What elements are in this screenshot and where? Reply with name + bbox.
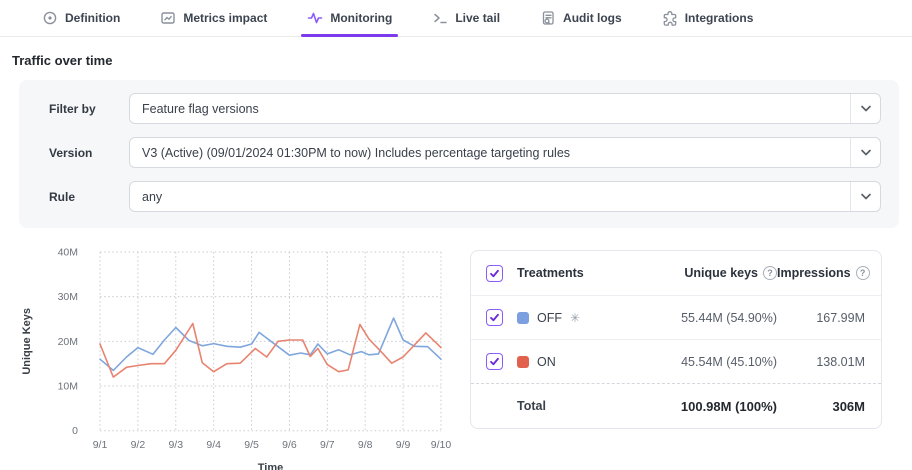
live-tail-icon bbox=[432, 10, 448, 26]
y-tick-label: 0 bbox=[72, 425, 78, 437]
on-treatment-checkbox[interactable] bbox=[486, 353, 503, 370]
series-line-off bbox=[100, 318, 441, 370]
y-axis-title: Unique Keys bbox=[21, 308, 33, 375]
filter-by-value: Feature flag versions bbox=[130, 102, 850, 116]
y-tick-label: 10M bbox=[58, 381, 78, 393]
audit-logs-icon bbox=[540, 10, 556, 26]
y-tick-label: 40M bbox=[58, 247, 78, 259]
x-tick-label: 9/4 bbox=[206, 439, 221, 451]
filter-by-label: Filter by bbox=[37, 102, 129, 116]
tab-monitoring[interactable]: Monitoring bbox=[305, 0, 394, 36]
tab-label: Metrics impact bbox=[183, 11, 267, 25]
monitoring-content: 0 10M 20M 30M 40M 9/1 9/2 9/3 9/4 9/5 9/6 9/7 9/8 9/9… bbox=[0, 238, 912, 470]
rule-value: any bbox=[130, 190, 850, 204]
x-tick-label: 9/8 bbox=[358, 439, 373, 451]
chevron-down-icon bbox=[850, 138, 880, 167]
filter-row-filter-by: Filter by Feature flag versions bbox=[37, 93, 881, 124]
filter-by-select[interactable]: Feature flag versions bbox=[129, 93, 881, 124]
chevron-down-icon bbox=[850, 182, 880, 211]
help-icon[interactable]: ? bbox=[763, 266, 777, 280]
rule-label: Rule bbox=[37, 190, 129, 204]
treatments-table: Treatments Unique keys ? Impressions ? O… bbox=[470, 250, 882, 429]
metrics-impact-icon bbox=[160, 10, 176, 26]
tab-audit-logs[interactable]: Audit logs bbox=[538, 0, 624, 36]
x-tick-label: 9/6 bbox=[282, 439, 297, 451]
filter-row-rule: Rule any bbox=[37, 181, 881, 212]
tab-metrics-impact[interactable]: Metrics impact bbox=[158, 0, 269, 36]
chevron-down-icon bbox=[850, 94, 880, 123]
x-tick-label: 9/5 bbox=[244, 439, 259, 451]
treatments-total-row: Total 100.98M (100%) 306M bbox=[471, 383, 881, 428]
tab-integrations[interactable]: Integrations bbox=[660, 0, 756, 36]
unique-keys-column-header: Unique keys ? bbox=[631, 266, 777, 280]
treatment-row-on: ON 45.54M (45.10%) 138.01M bbox=[471, 339, 881, 383]
treatment-label: OFF bbox=[537, 311, 562, 325]
x-axis-title: Time bbox=[258, 462, 283, 470]
traffic-line-chart: 0 10M 20M 30M 40M 9/1 9/2 9/3 9/4 9/5 9/6 9/7 9/8 9/9… bbox=[0, 238, 470, 470]
filter-panel: Filter by Feature flag versions Version … bbox=[19, 80, 899, 228]
tab-label: Live tail bbox=[455, 11, 500, 25]
version-label: Version bbox=[37, 146, 129, 160]
x-tick-label: 9/9 bbox=[396, 439, 411, 451]
off-impressions: 167.99M bbox=[777, 311, 865, 325]
on-unique-keys: 45.54M (45.10%) bbox=[631, 355, 777, 369]
page-title: Traffic over time bbox=[12, 53, 912, 68]
x-tick-label: 9/2 bbox=[131, 439, 146, 451]
monitoring-icon bbox=[307, 10, 323, 26]
traffic-chart: 0 10M 20M 30M 40M 9/1 9/2 9/3 9/4 9/5 9/6 9/7 9/8 9/9… bbox=[0, 238, 470, 470]
total-unique-keys: 100.98M (100%) bbox=[631, 399, 777, 414]
off-color-swatch bbox=[517, 312, 529, 324]
tab-bar: Definition Metrics impact Monitoring Liv… bbox=[0, 0, 912, 37]
total-label: Total bbox=[517, 399, 631, 413]
rule-select[interactable]: any bbox=[129, 181, 881, 212]
tab-label: Integrations bbox=[685, 11, 754, 25]
total-impressions: 306M bbox=[777, 399, 865, 414]
x-tick-label: 9/1 bbox=[93, 439, 108, 451]
tab-label: Audit logs bbox=[563, 11, 622, 25]
x-tick-label: 9/3 bbox=[168, 439, 183, 451]
tab-label: Monitoring bbox=[330, 11, 392, 25]
on-impressions: 138.01M bbox=[777, 355, 865, 369]
integrations-icon bbox=[662, 10, 678, 26]
filter-row-version: Version V3 (Active) (09/01/2024 01:30PM … bbox=[37, 137, 881, 168]
version-select[interactable]: V3 (Active) (09/01/2024 01:30PM to now) … bbox=[129, 137, 881, 168]
treatment-label: ON bbox=[537, 355, 556, 369]
impressions-column-header: Impressions ? bbox=[777, 266, 870, 280]
default-treatment-icon: ✳ bbox=[570, 312, 580, 324]
x-tick-label: 9/10 bbox=[431, 439, 452, 451]
treatments-table-header: Treatments Unique keys ? Impressions ? bbox=[471, 251, 881, 295]
tab-live-tail[interactable]: Live tail bbox=[430, 0, 502, 36]
on-color-swatch bbox=[517, 356, 529, 368]
tab-definition[interactable]: Definition bbox=[40, 0, 122, 36]
select-all-checkbox[interactable] bbox=[486, 265, 503, 282]
off-treatment-checkbox[interactable] bbox=[486, 309, 503, 326]
treatment-row-off: OFF ✳ 55.44M (54.90%) 167.99M bbox=[471, 295, 881, 339]
y-tick-label: 30M bbox=[58, 291, 78, 303]
x-tick-label: 9/7 bbox=[320, 439, 335, 451]
treatments-column-header: Treatments bbox=[517, 266, 631, 280]
off-unique-keys: 55.44M (54.90%) bbox=[631, 311, 777, 325]
series-line-on bbox=[100, 324, 441, 378]
y-tick-label: 20M bbox=[58, 336, 78, 348]
help-icon[interactable]: ? bbox=[856, 266, 870, 280]
definition-icon bbox=[42, 10, 58, 26]
version-value: V3 (Active) (09/01/2024 01:30PM to now) … bbox=[130, 146, 850, 160]
tab-label: Definition bbox=[65, 11, 120, 25]
